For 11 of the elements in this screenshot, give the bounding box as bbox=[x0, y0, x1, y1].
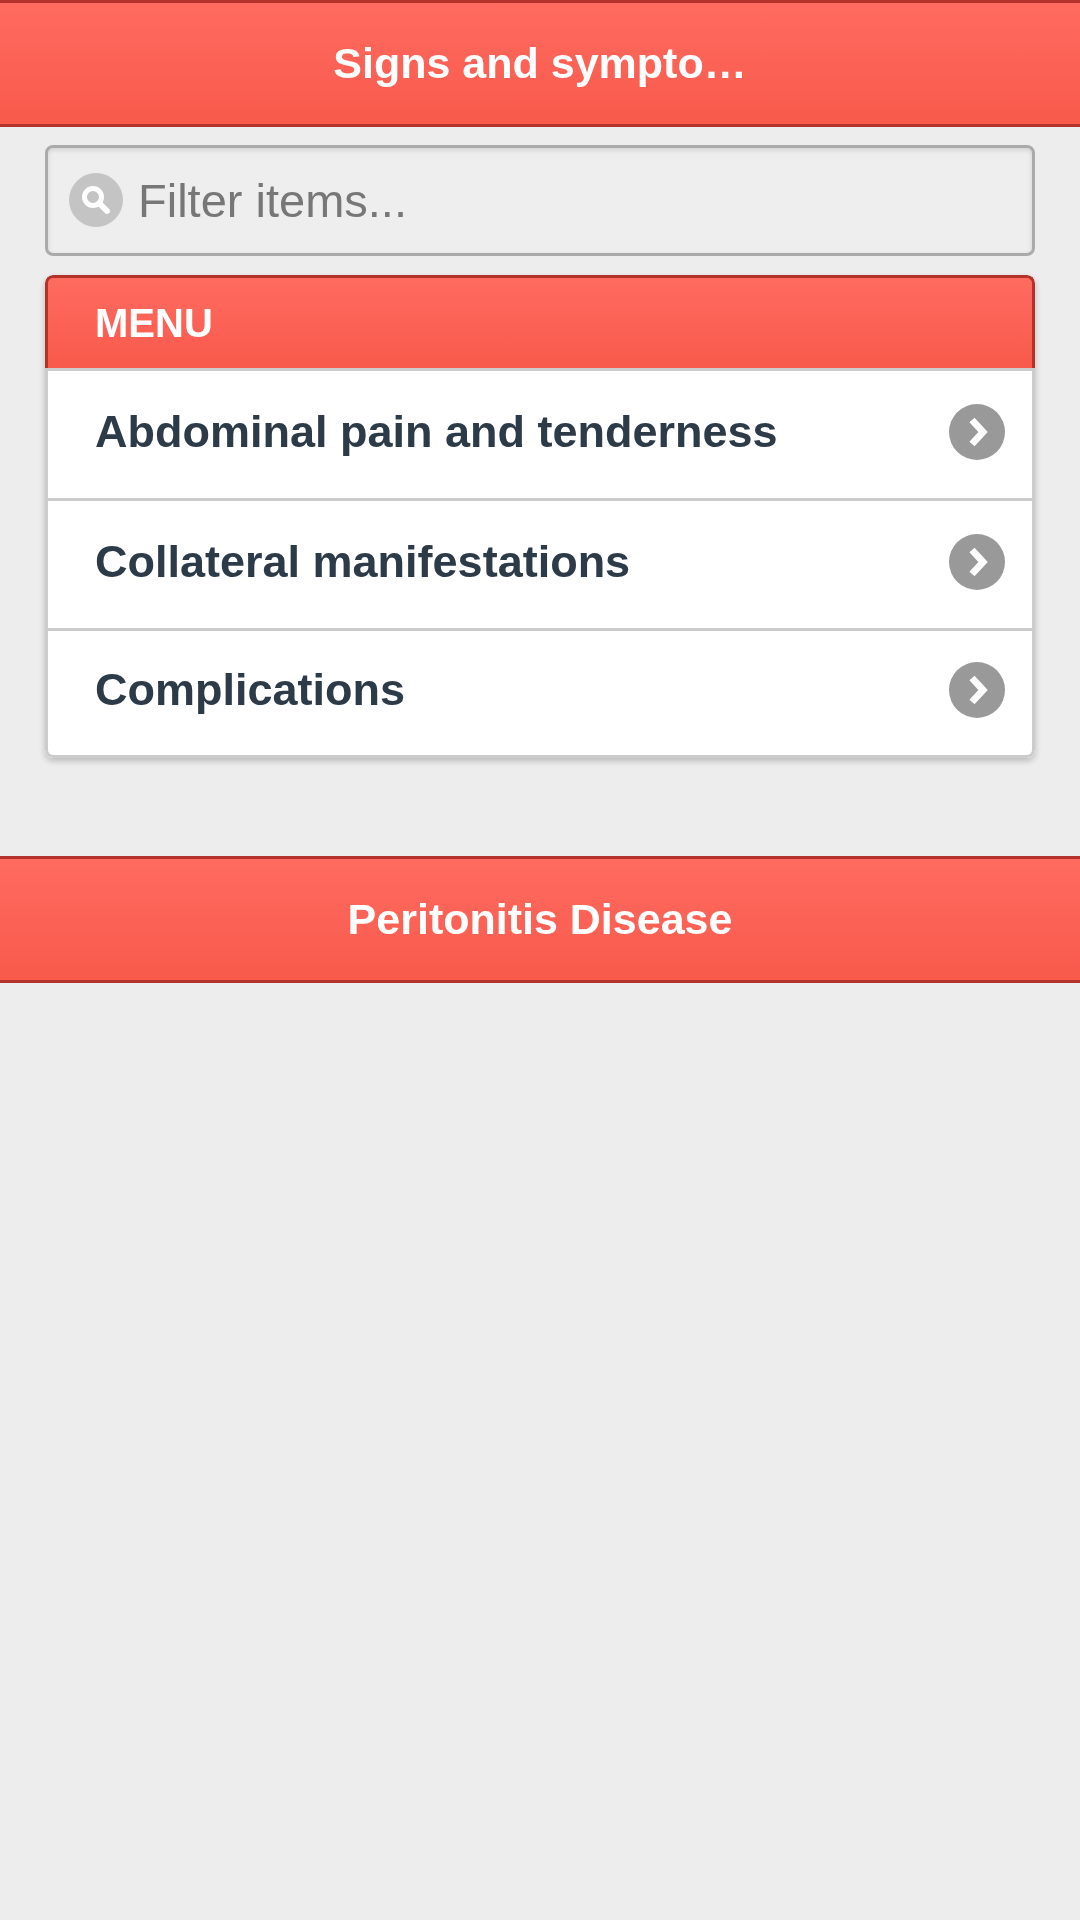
footer-title: Peritonitis Disease bbox=[347, 893, 733, 945]
page-title: Signs and sympto… bbox=[333, 37, 747, 89]
menu-item[interactable]: Collateral manifestations bbox=[45, 498, 1035, 628]
chevron-right-icon bbox=[949, 403, 1005, 460]
search-field[interactable]: Filter items... bbox=[45, 145, 1035, 256]
menu-item[interactable]: Complications bbox=[45, 628, 1035, 758]
chevron-right-icon bbox=[949, 533, 1005, 590]
search-icon bbox=[69, 173, 123, 227]
menu-header: MENU bbox=[45, 275, 1035, 368]
menu-item[interactable]: Abdominal pain and tenderness bbox=[45, 368, 1035, 498]
chevron-right-icon bbox=[949, 662, 1005, 718]
